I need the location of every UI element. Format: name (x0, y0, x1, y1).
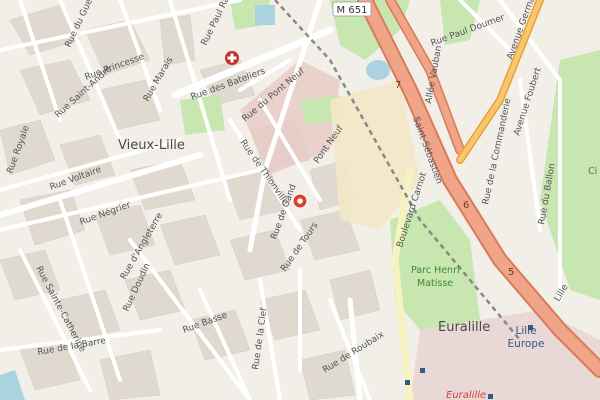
park-label-line-1: Parc Henri (411, 265, 460, 276)
route-number-6: 6 (463, 200, 469, 211)
m651-road-shield: M 651 (332, 1, 372, 17)
station-label-line-2: Europe (508, 338, 545, 350)
route-number-7: 7 (395, 80, 401, 91)
district-label-vieux-lille: Vieux-Lille (118, 138, 185, 153)
route-number-5: 5 (508, 267, 514, 278)
mall-label: Euralille (446, 390, 486, 400)
partial-label: Ci (588, 166, 597, 177)
hospital-icon[interactable] (225, 51, 239, 65)
station-label-line-1: Lille (515, 325, 536, 337)
park-label-line-2: Matisse (417, 278, 453, 289)
district-label-euralille: Euralille (438, 320, 490, 335)
map-canvas[interactable]: M 651 7 6 5 Vieux-Lille Euralille Ci Par… (0, 0, 600, 400)
road-shield-text: M 651 (337, 5, 368, 16)
